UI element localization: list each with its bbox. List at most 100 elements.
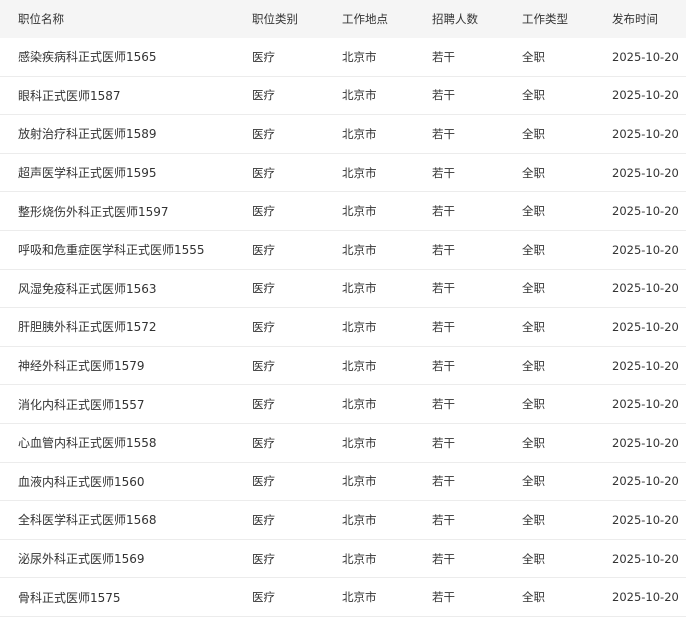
job-category: 医疗 — [252, 281, 275, 296]
hiring-count: 若干 — [432, 49, 455, 64]
hiring-count: 若干 — [432, 88, 455, 103]
work-location: 北京市 — [342, 358, 377, 373]
table-row[interactable]: 全科医学科正式医师1568 医疗 北京市 若干 全职 2025-10-20 — [0, 501, 686, 540]
publish-date: 2025-10-20 — [612, 397, 679, 412]
job-category: 医疗 — [252, 49, 275, 64]
header-work-location: 工作地点 — [342, 12, 388, 26]
job-listing-table: 职位名称 职位类别 工作地点 招聘人数 工作类型 发布时间 感染疾病科正式医师1… — [0, 0, 686, 617]
header-publish-date: 发布时间 — [612, 12, 658, 26]
publish-date: 2025-10-20 — [612, 204, 679, 219]
work-location: 北京市 — [342, 242, 377, 257]
table-row[interactable]: 眼科正式医师1587 医疗 北京市 若干 全职 2025-10-20 — [0, 77, 686, 116]
job-name-link[interactable]: 眼科正式医师1587 — [18, 77, 121, 115]
work-location: 北京市 — [342, 88, 377, 103]
table-row[interactable]: 放射治疗科正式医师1589 医疗 北京市 若干 全职 2025-10-20 — [0, 115, 686, 154]
publish-date: 2025-10-20 — [612, 551, 679, 566]
job-name-link[interactable]: 超声医学科正式医师1595 — [18, 154, 157, 192]
table-row[interactable]: 心血管内科正式医师1558 医疗 北京市 若干 全职 2025-10-20 — [0, 424, 686, 463]
job-category: 医疗 — [252, 590, 275, 605]
work-location: 北京市 — [342, 397, 377, 412]
publish-date: 2025-10-20 — [612, 242, 679, 257]
publish-date: 2025-10-20 — [612, 49, 679, 64]
hiring-count: 若干 — [432, 126, 455, 141]
job-type: 全职 — [522, 551, 545, 566]
job-name-link[interactable]: 心血管内科正式医师1558 — [18, 424, 157, 462]
work-location: 北京市 — [342, 126, 377, 141]
publish-date: 2025-10-20 — [612, 358, 679, 373]
job-category: 医疗 — [252, 358, 275, 373]
table-header: 职位名称 职位类别 工作地点 招聘人数 工作类型 发布时间 — [0, 0, 686, 38]
hiring-count: 若干 — [432, 281, 455, 296]
job-type: 全职 — [522, 242, 545, 257]
table-row[interactable]: 肝胆胰外科正式医师1572 医疗 北京市 若干 全职 2025-10-20 — [0, 308, 686, 347]
job-name-link[interactable]: 骨科正式医师1575 — [18, 578, 121, 616]
header-hiring-count: 招聘人数 — [432, 12, 478, 26]
table-row[interactable]: 血液内科正式医师1560 医疗 北京市 若干 全职 2025-10-20 — [0, 463, 686, 502]
hiring-count: 若干 — [432, 165, 455, 180]
job-category: 医疗 — [252, 551, 275, 566]
table-row[interactable]: 风湿免疫科正式医师1563 医疗 北京市 若干 全职 2025-10-20 — [0, 270, 686, 309]
job-name-link[interactable]: 神经外科正式医师1579 — [18, 347, 145, 385]
publish-date: 2025-10-20 — [612, 281, 679, 296]
hiring-count: 若干 — [432, 204, 455, 219]
table-row[interactable]: 感染疾病科正式医师1565 医疗 北京市 若干 全职 2025-10-20 — [0, 38, 686, 77]
table-row[interactable]: 神经外科正式医师1579 医疗 北京市 若干 全职 2025-10-20 — [0, 347, 686, 386]
job-category: 医疗 — [252, 165, 275, 180]
hiring-count: 若干 — [432, 242, 455, 257]
job-name-link[interactable]: 呼吸和危重症医学科正式医师1555 — [18, 231, 205, 269]
job-type: 全职 — [522, 49, 545, 64]
job-category: 医疗 — [252, 319, 275, 334]
table-row[interactable]: 呼吸和危重症医学科正式医师1555 医疗 北京市 若干 全职 2025-10-20 — [0, 231, 686, 270]
work-location: 北京市 — [342, 281, 377, 296]
job-name-link[interactable]: 消化内科正式医师1557 — [18, 385, 145, 423]
table-row[interactable]: 整形烧伤外科正式医师1597 医疗 北京市 若干 全职 2025-10-20 — [0, 192, 686, 231]
table-row[interactable]: 泌尿外科正式医师1569 医疗 北京市 若干 全职 2025-10-20 — [0, 540, 686, 579]
job-category: 医疗 — [252, 397, 275, 412]
publish-date: 2025-10-20 — [612, 319, 679, 334]
job-type: 全职 — [522, 474, 545, 489]
hiring-count: 若干 — [432, 397, 455, 412]
job-name-link[interactable]: 全科医学科正式医师1568 — [18, 501, 157, 539]
job-name-link[interactable]: 泌尿外科正式医师1569 — [18, 540, 145, 578]
job-type: 全职 — [522, 435, 545, 450]
job-category: 医疗 — [252, 126, 275, 141]
job-type: 全职 — [522, 88, 545, 103]
hiring-count: 若干 — [432, 551, 455, 566]
work-location: 北京市 — [342, 319, 377, 334]
publish-date: 2025-10-20 — [612, 474, 679, 489]
job-name-link[interactable]: 放射治疗科正式医师1589 — [18, 115, 157, 153]
job-category: 医疗 — [252, 242, 275, 257]
job-type: 全职 — [522, 319, 545, 334]
job-type: 全职 — [522, 397, 545, 412]
job-type: 全职 — [522, 358, 545, 373]
job-type: 全职 — [522, 281, 545, 296]
work-location: 北京市 — [342, 590, 377, 605]
hiring-count: 若干 — [432, 435, 455, 450]
work-location: 北京市 — [342, 474, 377, 489]
job-name-link[interactable]: 肝胆胰外科正式医师1572 — [18, 308, 157, 346]
job-category: 医疗 — [252, 88, 275, 103]
hiring-count: 若干 — [432, 319, 455, 334]
job-type: 全职 — [522, 204, 545, 219]
hiring-count: 若干 — [432, 474, 455, 489]
publish-date: 2025-10-20 — [612, 435, 679, 450]
job-name-link[interactable]: 整形烧伤外科正式医师1597 — [18, 192, 169, 230]
publish-date: 2025-10-20 — [612, 88, 679, 103]
job-category: 医疗 — [252, 435, 275, 450]
job-name-link[interactable]: 感染疾病科正式医师1565 — [18, 38, 157, 76]
work-location: 北京市 — [342, 204, 377, 219]
table-row[interactable]: 消化内科正式医师1557 医疗 北京市 若干 全职 2025-10-20 — [0, 385, 686, 424]
work-location: 北京市 — [342, 49, 377, 64]
work-location: 北京市 — [342, 512, 377, 527]
job-category: 医疗 — [252, 204, 275, 219]
hiring-count: 若干 — [432, 358, 455, 373]
header-job-category: 职位类别 — [252, 12, 298, 26]
job-name-link[interactable]: 血液内科正式医师1560 — [18, 463, 145, 501]
table-row[interactable]: 骨科正式医师1575 医疗 北京市 若干 全职 2025-10-20 — [0, 578, 686, 617]
job-type: 全职 — [522, 165, 545, 180]
table-row[interactable]: 超声医学科正式医师1595 医疗 北京市 若干 全职 2025-10-20 — [0, 154, 686, 193]
job-type: 全职 — [522, 590, 545, 605]
header-job-type: 工作类型 — [522, 12, 568, 26]
work-location: 北京市 — [342, 165, 377, 180]
job-name-link[interactable]: 风湿免疫科正式医师1563 — [18, 270, 157, 308]
